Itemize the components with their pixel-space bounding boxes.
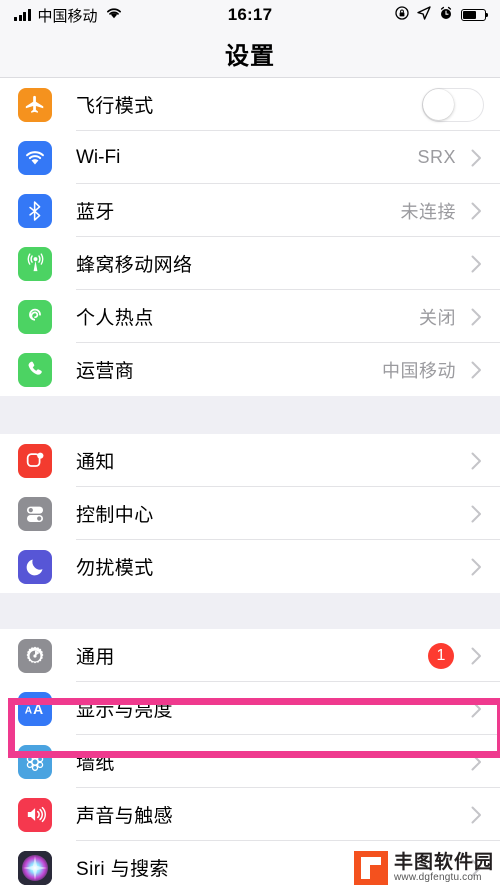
iphone-settings-screen: 中国移动 16:17 设置 飞行模式 Wi-Fi SRX 蓝牙 未连接 蜂窝移动… (0, 0, 500, 894)
settings-row-label: 通用 (76, 647, 115, 668)
chevron-right-icon (466, 361, 486, 379)
chevron-right-icon (466, 308, 486, 326)
settings-row-bluetooth[interactable]: 蓝牙 未连接 (0, 184, 500, 237)
cellular-icon (18, 246, 52, 281)
location-arrow-icon (417, 5, 431, 25)
settings-row-detail: 关闭 (419, 307, 456, 328)
settings-group-connectivity: 飞行模式 Wi-Fi SRX 蓝牙 未连接 蜂窝移动网络 个人热点 关闭 运营商… (0, 78, 500, 396)
settings-row-sounds-haptics[interactable]: 声音与触感 (0, 788, 500, 841)
watermark-logo-icon (353, 851, 388, 885)
settings-row-wallpaper[interactable]: 墙纸 (0, 735, 500, 788)
airplane-icon (18, 87, 52, 122)
chevron-right-icon (466, 255, 486, 273)
control-center-icon (18, 496, 52, 531)
alarm-clock-icon (439, 6, 453, 25)
section-gap (0, 396, 500, 434)
settings-list: 飞行模式 Wi-Fi SRX 蓝牙 未连接 蜂窝移动网络 个人热点 关闭 运营商… (0, 78, 500, 894)
settings-row-label: 蜂窝移动网络 (76, 255, 193, 276)
rotation-lock-icon (395, 5, 409, 25)
phone-icon (18, 352, 52, 387)
section-gap (0, 593, 500, 629)
settings-row-airplane-mode[interactable]: 飞行模式 (0, 78, 500, 131)
settings-row-label: 飞行模式 (76, 96, 154, 117)
settings-row-label: Wi-Fi (76, 146, 121, 168)
settings-row-control-center[interactable]: 控制中心 (0, 487, 500, 540)
settings-row-label: 显示与亮度 (76, 700, 174, 721)
chevron-right-icon (466, 647, 486, 665)
chevron-right-icon (466, 700, 486, 718)
settings-row-label: 通知 (76, 452, 115, 473)
settings-row-detail: 未连接 (400, 201, 456, 222)
settings-row-label: 个人热点 (76, 308, 154, 329)
bluetooth-icon (18, 193, 52, 228)
settings-row-wifi[interactable]: Wi-Fi SRX (0, 131, 500, 184)
chevron-right-icon (466, 806, 486, 824)
status-bar: 中国移动 16:17 (0, 0, 500, 30)
status-bar-right (395, 5, 489, 25)
settings-row-personal-hotspot[interactable]: 个人热点 关闭 (0, 290, 500, 343)
settings-row-cellular[interactable]: 蜂窝移动网络 (0, 237, 500, 290)
navigation-bar: 设置 (0, 30, 500, 78)
watermark-site-url: www.dgfengtu.com (393, 871, 482, 883)
chevron-right-icon (466, 753, 486, 771)
chevron-right-icon (466, 149, 486, 167)
siri-icon (18, 850, 52, 885)
settings-row-label: 蓝牙 (76, 202, 115, 223)
settings-row-do-not-disturb[interactable]: 勿扰模式 (0, 540, 500, 593)
watermark-text: 丰图软件园 www.dgfengtu.com (393, 851, 494, 883)
airplane-mode-toggle[interactable] (422, 87, 484, 122)
gear-icon (18, 638, 52, 673)
hotspot-icon (18, 299, 52, 334)
watermark-site-name: 丰图软件园 (393, 851, 494, 873)
settings-row-carrier[interactable]: 运营商 中国移动 (0, 343, 500, 396)
wallpaper-icon (18, 744, 52, 779)
settings-row-display-brightness[interactable]: A A 显示与亮度 (0, 682, 500, 735)
do-not-disturb-icon (18, 549, 52, 584)
settings-row-detail: 中国移动 (382, 360, 456, 381)
status-badge: 1 (428, 642, 454, 669)
settings-row-detail: SRX (417, 147, 456, 167)
sounds-haptics-icon (18, 797, 52, 832)
chevron-right-icon (466, 452, 486, 470)
settings-row-label: 墙纸 (76, 753, 115, 774)
settings-row-label: 控制中心 (76, 505, 154, 526)
page-title: 设置 (225, 43, 275, 70)
settings-row-general[interactable]: 通用 1 (0, 629, 500, 682)
display-brightness-icon: A A (18, 691, 52, 726)
notifications-icon (18, 443, 52, 478)
chevron-right-icon (466, 202, 486, 220)
settings-row-notifications[interactable]: 通知 (0, 434, 500, 487)
chevron-right-icon (466, 558, 486, 576)
wifi-icon (18, 140, 52, 175)
svg-text:A: A (33, 701, 43, 717)
settings-row-label: 声音与触感 (76, 806, 174, 827)
chevron-right-icon (466, 505, 486, 523)
battery-icon (461, 9, 489, 21)
settings-group-notifications: 通知 控制中心 勿扰模式 (0, 434, 500, 593)
settings-row-label: 运营商 (76, 361, 135, 382)
svg-text:A: A (25, 705, 33, 716)
settings-row-label: 勿扰模式 (76, 558, 154, 579)
watermark: 丰图软件园 www.dgfengtu.com (353, 851, 494, 885)
